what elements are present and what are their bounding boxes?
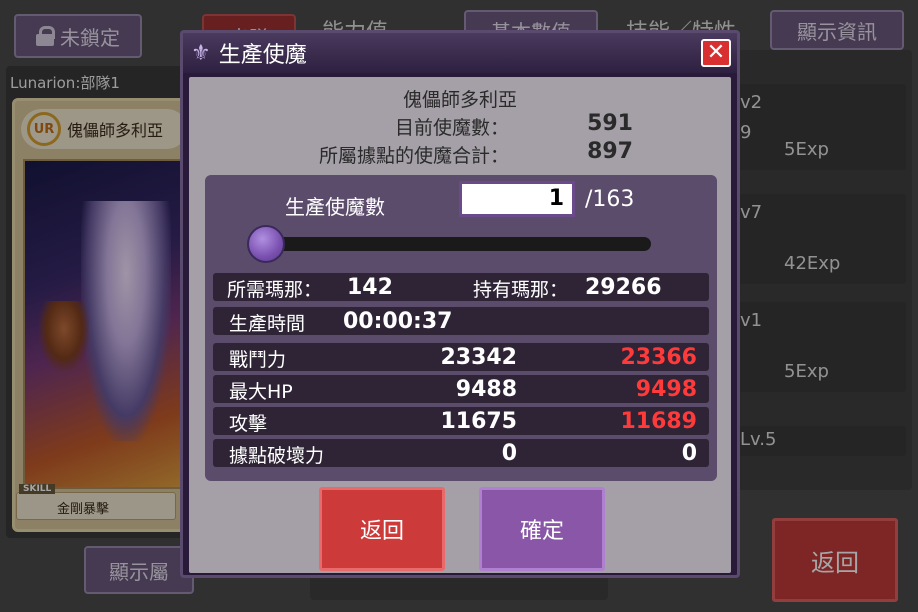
produce-count-input[interactable]: 1	[459, 181, 575, 217]
mana-owned-value: 29266	[585, 275, 662, 300]
produce-count-slider[interactable]	[259, 237, 651, 251]
stat-current: 23342	[440, 345, 517, 370]
stat-label: 據點破壞力	[229, 445, 325, 467]
mana-required-label: 所需瑪那：	[227, 279, 323, 301]
base-familiars-total-label: 所屬據點的使魔合計：	[318, 145, 509, 167]
stat-row-base-destruction: 據點破壞力 0 0	[213, 439, 709, 467]
production-time-label: 生產時間	[229, 313, 306, 335]
confirm-button[interactable]: 確定	[479, 487, 605, 571]
stat-row-power: 戰鬥力 23342 23366	[213, 343, 709, 371]
dialog-title: 生產使魔	[218, 43, 307, 68]
stat-label: 最大HP	[229, 381, 293, 403]
production-time-value: 00:00:37	[343, 309, 453, 334]
stat-after: 11689	[620, 409, 697, 434]
stat-current: 9488	[455, 377, 517, 402]
stat-row-max-hp: 最大HP 9488 9498	[213, 375, 709, 403]
close-button[interactable]: ✕	[701, 39, 731, 67]
stat-after: 0	[681, 441, 697, 466]
fleur-de-lis-icon: ⚜	[191, 40, 211, 66]
produce-count-max: /163	[585, 187, 635, 212]
base-familiars-total-value: 897	[587, 139, 633, 164]
current-familiars-value: 591	[587, 111, 633, 136]
stat-label: 攻擊	[229, 413, 268, 435]
current-familiars-label: 目前使魔數：	[394, 117, 509, 139]
mana-owned-label: 持有瑪那：	[473, 279, 569, 301]
production-panel: 生產使魔數 1 /163 所需瑪那： 142 持有瑪那： 29266 生產時間 …	[205, 175, 717, 481]
dialog-title-bar: ⚜ 生產使魔	[183, 33, 737, 73]
dialog-body: 傀儡師多利亞 目前使魔數： 591 所屬據點的使魔合計： 897 生產使魔數 1…	[189, 77, 731, 573]
stat-current: 0	[501, 441, 517, 466]
produce-count-label: 生產使魔數	[285, 195, 385, 219]
stat-label: 戰鬥力	[229, 349, 287, 371]
produce-familiar-dialog: ⚜ 生產使魔 ✕ 傀儡師多利亞 目前使魔數： 591 所屬據點的使魔合計： 89…	[180, 30, 740, 578]
stat-current: 11675	[440, 409, 517, 434]
mana-required-value: 142	[347, 275, 393, 300]
stat-after: 23366	[620, 345, 697, 370]
unit-name: 傀儡師多利亞	[402, 89, 517, 111]
stat-row-attack: 攻擊 11675 11689	[213, 407, 709, 435]
production-time-row: 生產時間 00:00:37	[213, 307, 709, 335]
close-icon: ✕	[706, 40, 726, 65]
mana-row: 所需瑪那： 142 持有瑪那： 29266	[213, 273, 709, 301]
stat-after: 9498	[635, 377, 697, 402]
cancel-button[interactable]: 返回	[319, 487, 445, 571]
slider-handle[interactable]	[247, 225, 285, 263]
